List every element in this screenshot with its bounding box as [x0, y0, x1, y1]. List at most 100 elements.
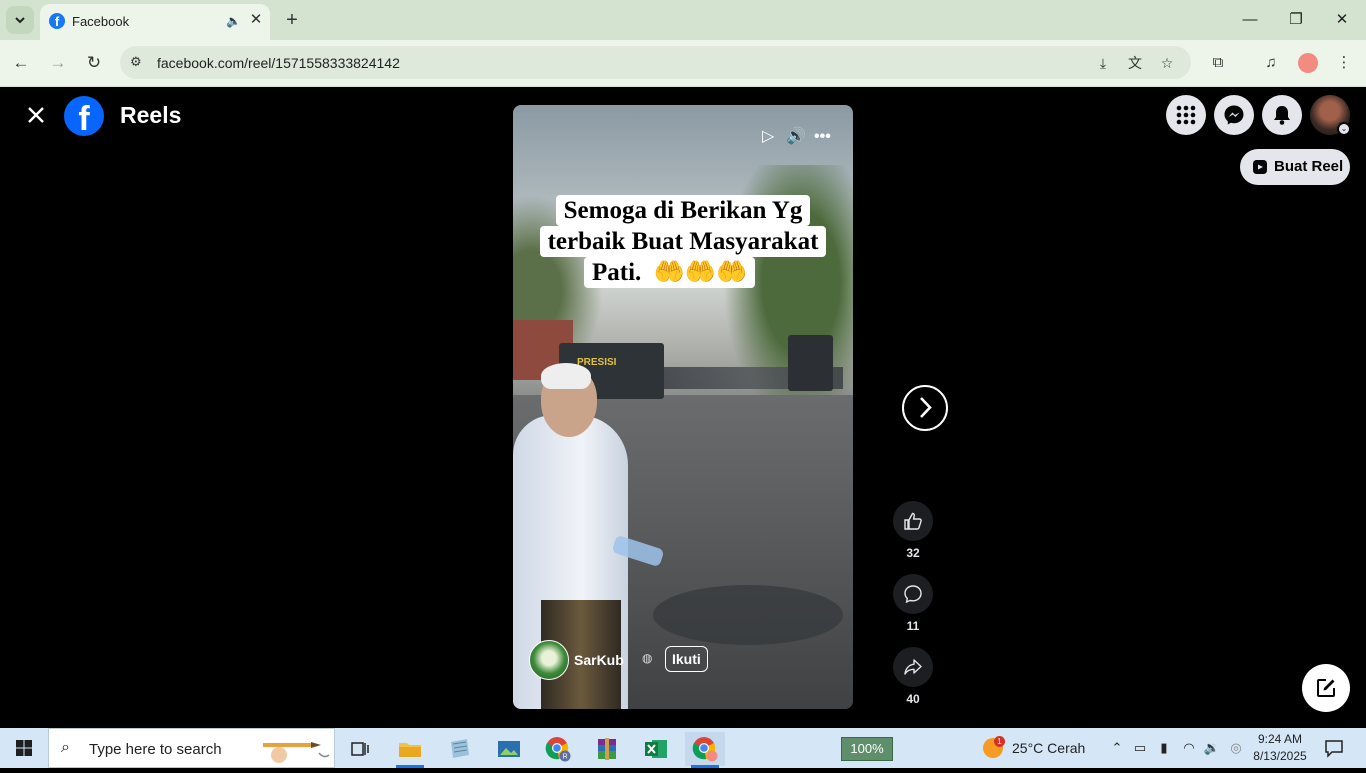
forward-button[interactable]: →: [45, 50, 71, 76]
notepad-icon: [451, 739, 469, 758]
page-title: Reels: [120, 102, 182, 128]
menu-dots-icon[interactable]: ⋮: [1333, 52, 1355, 74]
new-message-button[interactable]: [1302, 664, 1350, 712]
reel-video[interactable]: PRESISI Semoga di Berikan Yg terbaik Bua…: [513, 105, 853, 709]
comment-count: 11: [906, 619, 920, 633]
system-clock[interactable]: 9:24 AM 8/13/2025: [1250, 731, 1310, 765]
like-button[interactable]: [893, 501, 933, 541]
chevron-up-icon[interactable]: ⌃: [1108, 739, 1126, 757]
taskbar-search[interactable]: ⌕ Type here to search: [48, 728, 335, 768]
like-count: 32: [906, 546, 920, 560]
bookmark-star-icon[interactable]: ☆: [1158, 54, 1176, 72]
photos-app[interactable]: [489, 732, 529, 766]
restore-button[interactable]: ❐: [1284, 8, 1308, 32]
search-icon: ⌕: [61, 739, 70, 756]
new-tab-button[interactable]: +: [280, 8, 304, 32]
notepad-app[interactable]: [439, 732, 479, 766]
create-reel-button[interactable]: Buat Reel: [1240, 149, 1350, 185]
url-text[interactable]: facebook.com/reel/1571558333824142: [157, 55, 400, 71]
tab-search-button[interactable]: [6, 6, 34, 34]
file-explorer-app[interactable]: [390, 732, 430, 768]
windows-taskbar: ⌕ Type here to search R 100% 1 25°C Cera…: [0, 728, 1366, 768]
browser-toolbar: ← → ↻ ⚙ facebook.com/reel/15715583338241…: [0, 40, 1366, 87]
chrome-app-active[interactable]: [685, 732, 725, 768]
next-reel-button[interactable]: [902, 385, 948, 431]
menu-button[interactable]: [1166, 95, 1206, 135]
bell-icon: [1274, 106, 1290, 125]
facebook-favicon-icon: f: [49, 13, 65, 29]
video-scene-truck: [788, 335, 833, 391]
back-button[interactable]: ←: [8, 50, 34, 76]
weather-text[interactable]: 25°C Cerah: [1012, 740, 1085, 756]
more-options-icon[interactable]: •••: [814, 125, 831, 149]
reload-button[interactable]: ↻: [81, 50, 107, 76]
facebook-logo-icon[interactable]: f: [64, 96, 104, 136]
folder-icon: [399, 743, 421, 757]
excel-icon: [645, 740, 667, 758]
praying-hands-emoji: 🤲🤲🤲: [653, 259, 748, 286]
clock-date: 8/13/2025: [1253, 749, 1307, 763]
messenger-icon: [1224, 105, 1244, 125]
meet-now-icon[interactable]: ▭: [1131, 739, 1149, 757]
video-scene-cap: [541, 363, 591, 389]
play-icon[interactable]: ▷: [762, 125, 774, 149]
reel-icon: [1253, 160, 1267, 174]
comment-button[interactable]: [893, 574, 933, 614]
grid-menu-icon: [1176, 105, 1196, 125]
search-placeholder[interactable]: Type here to search: [89, 741, 222, 758]
zoom-indicator[interactable]: 100%: [841, 737, 893, 761]
notification-center-icon[interactable]: [1324, 738, 1344, 758]
tab-strip: f Facebook 🔈 ✕ + — ❐ ✕: [0, 0, 1366, 40]
reel-author: SarKub ◍ Ikuti: [529, 640, 829, 680]
chrome-profile-app[interactable]: R: [538, 732, 578, 766]
video-scene-puddle: [653, 585, 843, 645]
share-button[interactable]: [893, 647, 933, 687]
wifi-icon[interactable]: ◠: [1180, 739, 1198, 757]
weather-badge: 1: [994, 736, 1005, 747]
thumbs-up-icon: [904, 512, 922, 530]
windows-logo-icon: [16, 740, 32, 756]
close-icon[interactable]: [24, 103, 48, 127]
notifications-button[interactable]: [1262, 95, 1302, 135]
share-icon: [904, 659, 922, 675]
site-info-icon[interactable]: ⚙: [130, 54, 142, 70]
caption-line: terbaik Buat Masyarakat: [539, 226, 827, 257]
tab-audio-icon[interactable]: 🔈: [226, 14, 241, 28]
tab-facebook[interactable]: f Facebook 🔈 ✕: [40, 4, 270, 40]
winrar-app[interactable]: [587, 732, 627, 766]
volume-icon[interactable]: 🔊: [786, 125, 806, 149]
search-highlight-pencil-icon: [263, 742, 330, 763]
author-avatar[interactable]: [529, 640, 569, 680]
tab-title: Facebook: [72, 14, 130, 29]
media-control-icon[interactable]: ♫: [1260, 52, 1282, 74]
image-viewer-icon: [498, 741, 520, 757]
create-reel-label: Buat Reel: [1274, 158, 1344, 175]
excel-app[interactable]: [636, 732, 676, 766]
minimize-button[interactable]: —: [1238, 8, 1262, 32]
caption-line: Pati. 🤲🤲🤲: [584, 257, 756, 288]
battery-icon[interactable]: ▮: [1155, 739, 1173, 757]
close-window-button[interactable]: ✕: [1330, 8, 1354, 32]
chrome-icon: [692, 737, 718, 762]
translate-icon[interactable]: 文: [1126, 54, 1144, 72]
profile-avatar[interactable]: [1298, 53, 1318, 73]
compose-icon: [1317, 679, 1335, 697]
clock-time: 9:24 AM: [1257, 732, 1303, 746]
author-name[interactable]: SarKub: [574, 652, 624, 668]
reels-page: f Reels ⌄ Buat Reel PRESISI Semoga di Be…: [0, 87, 1366, 728]
follow-button[interactable]: Ikuti: [665, 646, 708, 672]
extensions-icon[interactable]: ⧉: [1207, 52, 1229, 74]
start-button[interactable]: [0, 728, 48, 768]
task-view-button[interactable]: [340, 732, 380, 766]
messenger-button[interactable]: [1214, 95, 1254, 135]
archive-icon: [598, 738, 616, 760]
speaker-icon[interactable]: 🔉: [1203, 739, 1221, 757]
chevron-down-icon[interactable]: ⌄: [1337, 122, 1351, 136]
install-app-icon[interactable]: ⤓: [1094, 54, 1112, 72]
tab-close-icon[interactable]: ✕: [246, 10, 266, 30]
language-icon[interactable]: ◎: [1227, 739, 1245, 757]
caption-line: Semoga di Berikan Yg: [555, 195, 811, 226]
address-bar[interactable]: ⚙ facebook.com/reel/1571558333824142 ⤓ 文…: [120, 46, 1191, 79]
globe-icon: ◍: [642, 651, 653, 665]
svg-text:R: R: [563, 754, 568, 761]
